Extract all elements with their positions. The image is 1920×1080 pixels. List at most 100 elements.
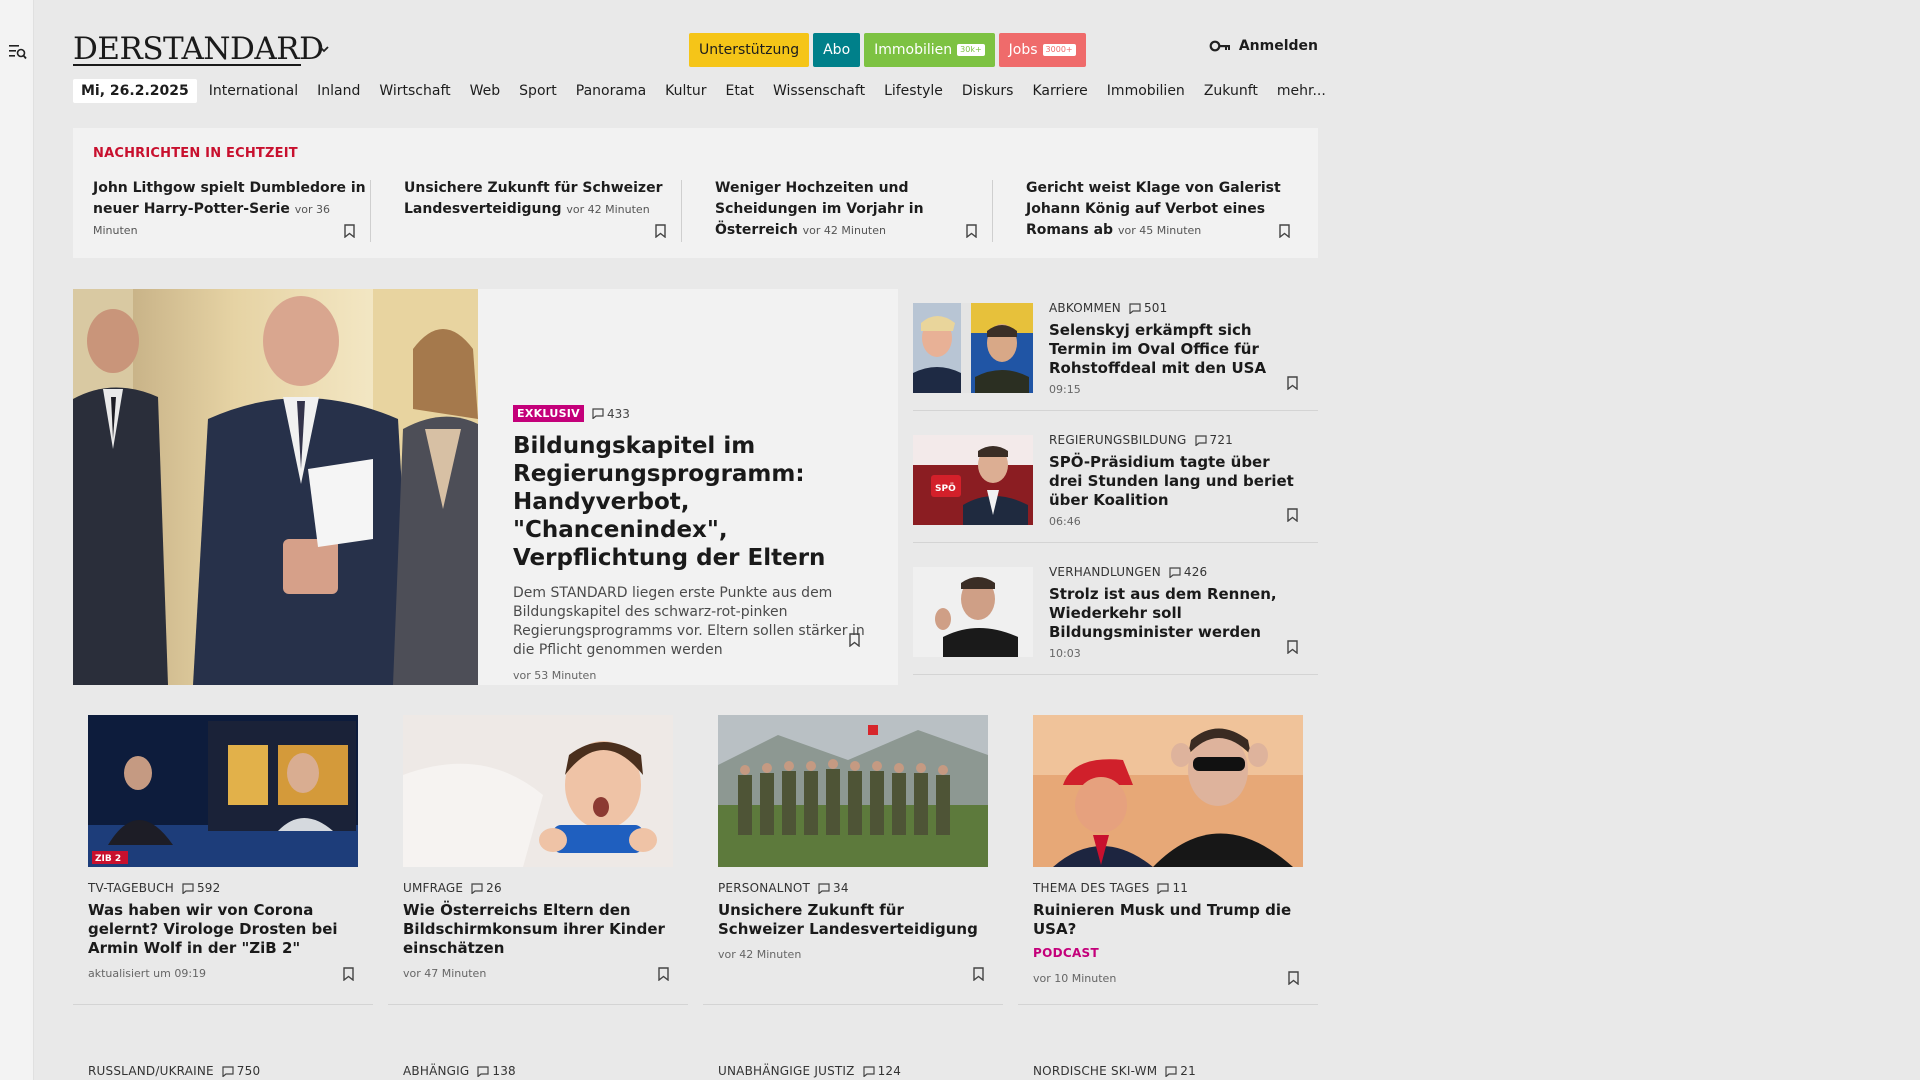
bookmark-icon[interactable]	[1279, 224, 1290, 238]
lower-story-kicker[interactable]: NORDISCHE SKI-WM 21	[1033, 1064, 1196, 1078]
side-story-time: 09:15	[1049, 383, 1081, 396]
kicker-label: VERHANDLUNGEN	[1049, 565, 1161, 579]
comment-number: 34	[833, 881, 849, 895]
side-story[interactable]: VERHANDLUNGEN 426 Strolz ist aus dem Ren…	[913, 553, 1318, 675]
story-card[interactable]: THEMA DES TAGES 11 Ruinieren Musk und Tr…	[1018, 715, 1318, 1005]
ticker-heading: NACHRICHTEN IN ECHTZEIT	[93, 146, 298, 161]
story-card-title[interactable]: Was haben wir von Corona gelernt? Virolo…	[88, 901, 358, 958]
menu-search-icon[interactable]	[9, 44, 27, 60]
side-story-title[interactable]: Selenskyj erkämpft sich Termin im Oval O…	[1049, 321, 1304, 378]
comment-count[interactable]: 750	[222, 1064, 261, 1078]
nav-item-wissenschaft[interactable]: Wissenschaft	[773, 83, 865, 99]
nav-item-inland[interactable]: Inland	[317, 83, 360, 99]
bookmark-icon[interactable]	[966, 224, 977, 238]
story-card-title[interactable]: Ruinieren Musk und Trump die USA?	[1033, 901, 1303, 939]
comment-icon	[1194, 434, 1207, 446]
bookmark-icon[interactable]	[344, 224, 355, 238]
nav-item-mehr[interactable]: mehr...	[1277, 83, 1326, 99]
nav-item-zukunft[interactable]: Zukunft	[1204, 83, 1258, 99]
exclusive-badge: EXKLUSIV	[513, 405, 584, 422]
hero-kicker: EXKLUSIV 433	[513, 405, 873, 422]
comment-count[interactable]: 138	[477, 1064, 516, 1078]
nav-item-etat[interactable]: Etat	[726, 83, 754, 99]
bookmark-icon[interactable]	[1288, 971, 1299, 985]
pill-label: Jobs	[1008, 42, 1038, 58]
story-card-title[interactable]: Wie Österreichs Eltern den Bildschirmkon…	[403, 901, 673, 958]
spoe-logo-text: SPÖ	[935, 483, 956, 494]
nav-item-panorama[interactable]: Panorama	[576, 83, 646, 99]
bookmark-icon[interactable]	[655, 224, 666, 238]
pill-label: Unterstützung	[699, 42, 800, 58]
nav-item-web[interactable]: Web	[470, 83, 501, 99]
main-nav: Mi, 26.2.2025 International Inland Wirts…	[73, 77, 1345, 105]
nav-item-sport[interactable]: Sport	[519, 83, 557, 99]
brand-logo[interactable]: DERSTANDARD	[73, 31, 324, 67]
story-card-kicker: PERSONALNOT 34	[718, 881, 849, 895]
bookmark-icon[interactable]	[849, 633, 860, 647]
side-story[interactable]: SPÖ REGIERUNGSBILDUNG 721 SPÖ-Präsidium …	[913, 421, 1318, 543]
nav-item-international[interactable]: International	[209, 83, 298, 99]
bookmark-icon[interactable]	[1287, 508, 1298, 522]
brand-underline	[73, 64, 301, 66]
nav-item-wirtschaft[interactable]: Wirtschaft	[379, 83, 450, 99]
kicker-label: ABHÄNGIG	[403, 1064, 470, 1078]
comment-count[interactable]: 124	[862, 1064, 902, 1078]
comment-count[interactable]: 21	[1165, 1064, 1196, 1078]
pill-immobilien[interactable]: Immobilien 30k+	[864, 33, 995, 67]
nav-item-karriere[interactable]: Karriere	[1032, 83, 1087, 99]
ticker-item[interactable]: John Lithgow spielt Dumbledore in neuer …	[73, 178, 371, 246]
comment-count[interactable]: 426	[1169, 565, 1208, 579]
story-card[interactable]: ZIB 2 TV-TAGEBUCH 592 Was haben wir von …	[73, 715, 373, 1005]
bookmark-icon[interactable]	[658, 967, 669, 981]
side-story[interactable]: ABKOMMEN 501 Selenskyj erkämpft sich Ter…	[913, 289, 1318, 411]
kicker-label: TV-TAGEBUCH	[88, 881, 174, 895]
side-story-title[interactable]: Strolz ist aus dem Rennen, Wiederkehr so…	[1049, 585, 1304, 642]
pill-unterstuetzung[interactable]: Unterstützung	[689, 33, 810, 67]
podcast-label[interactable]: PODCAST	[1033, 944, 1303, 963]
story-card-image	[403, 715, 673, 867]
comment-count[interactable]: 501	[1129, 301, 1168, 315]
hero-article[interactable]: EXKLUSIV 433 Bildungskapitel im Regierun…	[73, 289, 898, 685]
story-card-title[interactable]: Unsichere Zukunft für Schweizer Landesve…	[718, 901, 988, 939]
pill-jobs[interactable]: Jobs 3000+	[998, 33, 1086, 67]
lower-story-kicker[interactable]: RUSSLAND/UKRAINE 750	[88, 1064, 260, 1078]
bookmark-icon[interactable]	[1287, 376, 1298, 390]
comment-count[interactable]: 433	[592, 407, 630, 421]
bookmark-icon[interactable]	[973, 967, 984, 981]
bookmark-icon[interactable]	[1287, 640, 1298, 654]
kicker-label: ABKOMMEN	[1049, 301, 1121, 315]
comment-icon	[477, 1065, 489, 1077]
side-story-image	[913, 567, 1033, 657]
side-story-image	[913, 303, 1033, 393]
hero-title[interactable]: Bildungskapitel im Regierungsprogramm: H…	[513, 432, 873, 572]
story-card-image: ZIB 2	[88, 715, 358, 867]
chevron-down-icon[interactable]	[317, 42, 331, 56]
lower-story-kicker[interactable]: ABHÄNGIG 138	[403, 1064, 516, 1078]
comment-icon	[862, 1065, 875, 1077]
comment-count[interactable]: 592	[182, 881, 221, 895]
pill-label: Immobilien	[874, 42, 953, 58]
comment-count[interactable]: 721	[1194, 433, 1234, 447]
login-label: Anmelden	[1238, 38, 1318, 54]
lower-story-kicker[interactable]: UNABHÄNGIGE JUSTIZ 124	[718, 1064, 901, 1078]
nav-item-diskurs[interactable]: Diskurs	[962, 83, 1014, 99]
nav-item-kultur[interactable]: Kultur	[665, 83, 706, 99]
login-button[interactable]: Anmelden	[1209, 38, 1318, 54]
bookmark-icon[interactable]	[343, 967, 354, 981]
kicker-label: NORDISCHE SKI-WM	[1033, 1064, 1158, 1078]
story-card[interactable]: PERSONALNOT 34 Unsichere Zukunft für Sch…	[703, 715, 1003, 1005]
pill-abo[interactable]: Abo	[813, 33, 861, 67]
comment-count[interactable]: 34	[818, 881, 849, 895]
ticker-item[interactable]: Unsichere Zukunft für Schweizer Landesve…	[384, 178, 682, 246]
ticker-item[interactable]: Gericht weist Klage von Galerist Johann …	[1006, 178, 1306, 246]
comment-count[interactable]: 11	[1157, 881, 1188, 895]
comment-number: 721	[1209, 433, 1234, 447]
side-story-title[interactable]: SPÖ-Präsidium tagte über drei Stunden la…	[1049, 453, 1304, 510]
nav-item-lifestyle[interactable]: Lifestyle	[884, 83, 943, 99]
kicker-label: UMFRAGE	[403, 881, 464, 895]
nav-item-immobilien[interactable]: Immobilien	[1107, 83, 1185, 99]
story-card[interactable]: UMFRAGE 26 Wie Österreichs Eltern den Bi…	[388, 715, 688, 1005]
comment-number: 750	[236, 1064, 261, 1078]
comment-count[interactable]: 26	[471, 881, 502, 895]
ticker-item[interactable]: Weniger Hochzeiten und Scheidungen im Vo…	[695, 178, 993, 246]
